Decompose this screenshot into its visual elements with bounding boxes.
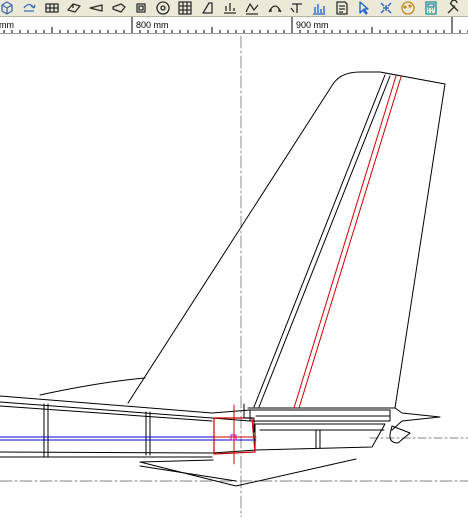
calculator-icon xyxy=(425,1,437,15)
upper-longeron-3[interactable] xyxy=(0,405,213,422)
move-nodes-button[interactable] xyxy=(378,0,394,16)
toolbar xyxy=(0,0,468,17)
text-3d-button[interactable] xyxy=(289,0,305,16)
text-3d-icon xyxy=(290,3,302,13)
palette-button[interactable] xyxy=(400,0,416,16)
tools-icon xyxy=(447,0,459,14)
grid-button[interactable] xyxy=(177,0,193,16)
bar-chart-button[interactable] xyxy=(311,0,327,16)
fin-spar-front[interactable] xyxy=(293,75,397,409)
palette-icon xyxy=(401,1,416,15)
tail-cone-bottom-2 xyxy=(139,465,237,482)
print-preview-icon xyxy=(335,1,348,15)
wheel-button[interactable] xyxy=(155,0,171,16)
horizontal-ruler: mm 800 mm 900 mm xyxy=(0,17,468,34)
pointer-icon xyxy=(359,1,369,15)
ruler-ticks xyxy=(3,17,468,33)
view-rotate-button[interactable] xyxy=(21,0,37,16)
tools-button[interactable] xyxy=(445,0,461,16)
chart-icon xyxy=(224,3,236,14)
fuselage-3d-icon xyxy=(111,3,126,13)
ruler-label-800: 800 mm xyxy=(136,20,169,30)
tail-icon xyxy=(202,2,213,14)
wheel-icon xyxy=(156,1,170,15)
engine-button[interactable] xyxy=(133,0,149,16)
fin-fillet xyxy=(39,377,146,396)
fin-outline[interactable] xyxy=(127,71,446,409)
tail-side-view[interactable] xyxy=(0,34,468,517)
move-nodes-icon xyxy=(380,2,392,14)
fin-tip-trailing xyxy=(391,407,441,431)
fuselage-3d-button[interactable] xyxy=(111,0,127,16)
tail-button[interactable] xyxy=(200,0,216,16)
calculator-button[interactable] xyxy=(423,0,439,16)
ruler-label-900: 900 mm xyxy=(296,20,329,30)
view-iso-button[interactable] xyxy=(0,0,15,16)
pointer-button[interactable] xyxy=(356,0,372,16)
view-iso-icon xyxy=(1,1,13,15)
print-preview-button[interactable] xyxy=(334,0,350,16)
engine-icon xyxy=(136,3,146,13)
fin-hinge-line-1 xyxy=(253,74,386,408)
view-3d-icon xyxy=(245,3,259,15)
arc-3d-icon xyxy=(268,5,282,13)
wing-3d-button[interactable] xyxy=(66,0,82,16)
wing-3d-icon xyxy=(67,3,81,13)
wing-layout-button[interactable] xyxy=(44,0,60,16)
lower-longeron-1[interactable] xyxy=(0,451,213,454)
fin-hinge-line-2 xyxy=(258,75,391,408)
view-rotate-icon xyxy=(23,3,36,12)
ruler-label-left: mm xyxy=(0,20,14,30)
fin-spar-rear[interactable] xyxy=(298,76,402,409)
drawing-canvas[interactable] xyxy=(0,34,468,517)
fuselage-layout-button[interactable] xyxy=(88,0,104,16)
chart-button[interactable] xyxy=(222,0,238,16)
bar-chart-icon xyxy=(313,4,326,15)
view-3d-button[interactable] xyxy=(244,0,260,16)
arc-3d-button[interactable] xyxy=(267,0,283,16)
cad-window: mm 800 mm 900 mm xyxy=(0,0,468,517)
fuselage-layout-icon xyxy=(89,4,103,12)
grid-icon xyxy=(178,1,193,15)
wing-layout-icon xyxy=(44,3,59,13)
